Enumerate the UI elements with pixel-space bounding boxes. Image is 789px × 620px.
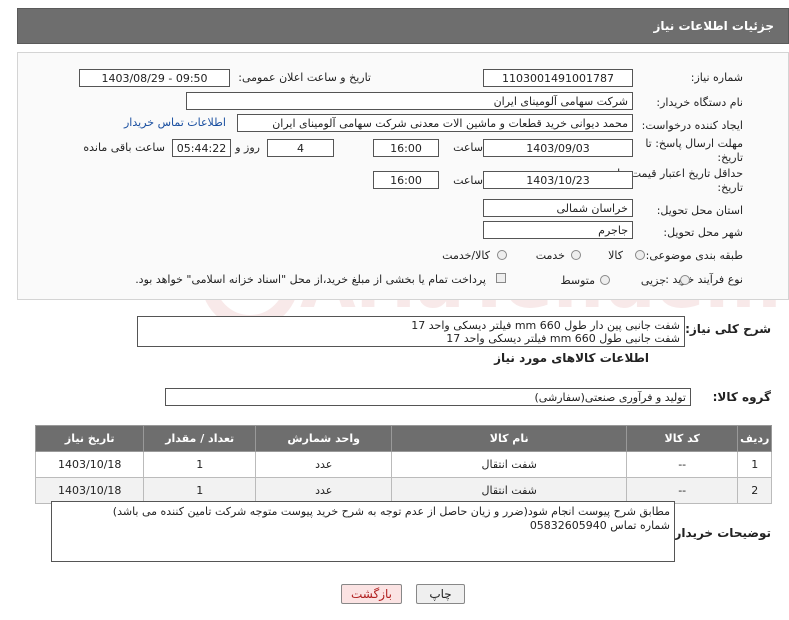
creator-label: ایجاد کننده درخواست:: [641, 119, 743, 132]
description-label: شرح کلی نیاز:: [685, 322, 771, 336]
city-field: جاجرم: [483, 221, 633, 239]
validity-date-field: 1403/10/23: [483, 171, 633, 189]
col-item-name: نام کالا: [391, 425, 627, 452]
cell-unit: عدد: [254, 477, 393, 504]
deadline-label-line2: تاریخ:: [717, 151, 743, 164]
cell-need-date: 1403/10/18: [34, 477, 145, 504]
page-title: جزئیات اطلاعات نیاز: [653, 19, 774, 33]
category-label: طبقه بندی موضوعی:: [645, 249, 743, 262]
goods-info-title: اطلاعات کالاهای مورد نیاز: [494, 351, 649, 365]
buyer-notes-line1: مطابق شرح پیوست انجام شود(ضرر و زیان حاص…: [112, 505, 670, 518]
purchase-type-option-medium: متوسط: [560, 274, 595, 287]
cell-need-date: 1403/10/18: [34, 451, 145, 478]
announce-label: تاریخ و ساعت اعلان عمومی:: [238, 71, 371, 84]
category-radio-goods[interactable]: [635, 250, 645, 260]
cell-item-name: شفت انتقال: [391, 451, 627, 478]
col-quantity: تعداد / مقدار: [143, 425, 256, 452]
back-button[interactable]: بازگشت: [341, 584, 402, 604]
goods-group-label: گروه کالا:: [712, 390, 771, 404]
buyer-notes-line2: شماره تماس 05832605940: [529, 519, 670, 532]
remaining-time-label: ساعت باقی مانده: [83, 141, 165, 154]
category-radio-goods-service[interactable]: [497, 250, 507, 260]
buyer-org-field: شرکت سهامی آلومینای ایران: [186, 92, 633, 110]
validity-label-line1: حداقل تاریخ اعتبار قیمت: تا: [617, 167, 743, 180]
cell-quantity: 1: [143, 451, 256, 478]
need-number-field: 1103001491001787: [483, 69, 633, 87]
validity-time-label: ساعت: [453, 174, 483, 187]
category-radio-service[interactable]: [571, 250, 581, 260]
purchase-type-label: نوع فرآیند خرید :: [665, 273, 743, 286]
buyer-notes-label: توضیحات خریدار:: [669, 526, 771, 540]
validity-label-line2: تاریخ:: [717, 181, 743, 194]
announce-field: 1403/08/29 - 09:50: [79, 69, 230, 87]
category-option-service: خدمت: [535, 249, 565, 262]
deadline-date-field: 1403/09/03: [483, 139, 633, 157]
need-number-label: شماره نیاز:: [690, 71, 743, 84]
items-table: ردیف کد کالا نام کالا واحد شمارش تعداد /…: [34, 425, 772, 504]
remaining-time-field: 05:44:22: [172, 139, 231, 157]
col-unit: واحد شمارش: [254, 425, 393, 452]
cell-item-code: --: [625, 477, 739, 504]
purchase-type-option-minor: جزیی: [640, 274, 666, 287]
cell-row-number: 1: [737, 451, 772, 478]
city-label: شهر محل تحویل:: [663, 226, 743, 239]
cell-unit: عدد: [254, 451, 393, 478]
province-label: استان محل تحویل:: [656, 204, 743, 217]
description-textarea[interactable]: شفت جانبی پین دار طول 660 mm فیلتر دیسکی…: [137, 316, 685, 347]
cell-quantity: 1: [143, 477, 256, 504]
cell-item-code: --: [625, 451, 739, 478]
print-button[interactable]: چاپ: [416, 584, 465, 604]
deadline-label-line1: مهلت ارسال پاسخ: تا: [645, 137, 743, 150]
col-need-date: تاریخ نیاز: [34, 425, 145, 452]
table-header-row: ردیف کد کالا نام کالا واحد شمارش تعداد /…: [34, 425, 772, 452]
category-option-goods: کالا: [608, 249, 623, 262]
description-line2: شفت جانبی طول 660 mm فیلتر دیسکی واحد 17: [446, 332, 680, 345]
deadline-time-field: 16:00: [373, 139, 439, 157]
goods-group-field: تولید و فرآوری صنعتی(سفارشی): [165, 388, 691, 406]
treasury-payment-note: پرداخت تمام یا بخشی از مبلغ خرید،از محل …: [135, 273, 486, 286]
buyer-contact-link[interactable]: اطلاعات تماس خریدار: [124, 116, 226, 129]
table-row[interactable]: 2 -- شفت انتقال عدد 1 1403/10/18: [34, 477, 772, 504]
treasury-payment-checkbox[interactable]: [496, 273, 506, 283]
buyer-org-label: نام دستگاه خریدار:: [656, 96, 743, 109]
cell-item-name: شفت انتقال: [391, 477, 627, 504]
purchase-type-radio-medium[interactable]: [600, 275, 610, 285]
province-field: خراسان شمالی: [483, 199, 633, 217]
col-row-number: ردیف: [737, 425, 772, 452]
creator-field: محمد دیوانی خرید قطعات و ماشین الات معدن…: [237, 114, 633, 132]
days-remaining-field: 4: [267, 139, 334, 157]
page-header: جزئیات اطلاعات نیاز: [17, 8, 789, 44]
purchase-type-radio-minor[interactable]: [680, 275, 690, 285]
category-option-goods-service: کالا/خدمت: [442, 249, 490, 262]
table-row[interactable]: 1 -- شفت انتقال عدد 1 1403/10/18: [34, 451, 772, 478]
validity-time-field: 16:00: [373, 171, 439, 189]
buyer-notes-textarea[interactable]: مطابق شرح پیوست انجام شود(ضرر و زیان حاص…: [51, 501, 675, 562]
cell-row-number: 2: [737, 477, 772, 504]
col-item-code: کد کالا: [625, 425, 739, 452]
description-line1: شفت جانبی پین دار طول 660 mm فیلتر دیسکی…: [411, 319, 680, 332]
deadline-time-label: ساعت: [453, 141, 483, 154]
days-label: روز و: [235, 141, 260, 154]
